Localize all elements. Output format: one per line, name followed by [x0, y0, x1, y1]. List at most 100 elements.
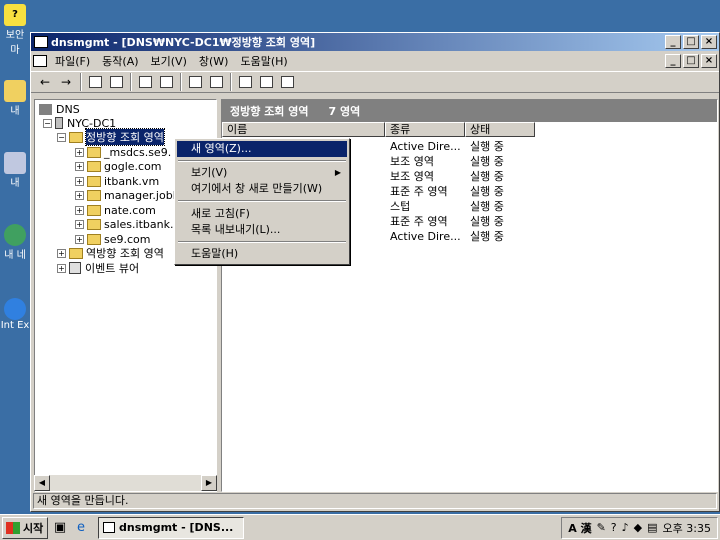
scroll-track[interactable]: [50, 475, 201, 491]
expand-icon[interactable]: +: [75, 234, 84, 244]
up-folder-icon[interactable]: [85, 73, 105, 91]
details-icon[interactable]: [206, 73, 226, 91]
ie-quicklaunch-icon[interactable]: e: [72, 519, 90, 537]
column-header-type[interactable]: 종류: [385, 122, 465, 137]
system-tray: A 漢 ✎ ? ♪ ◆ ▤ 오후 3:35: [561, 516, 718, 539]
back-arrow-icon[interactable]: ←: [35, 73, 55, 91]
table-row[interactable]: Active Dire... 실행 중: [390, 228, 504, 243]
globe-icon: [4, 224, 26, 246]
menu-item-refresh[interactable]: 새로 고침(F): [177, 206, 347, 222]
folder-icon: [69, 131, 83, 143]
expand-icon[interactable]: +: [57, 263, 66, 273]
toolbar-separator: [130, 73, 132, 91]
tree-node-zone[interactable]: + manager.jobl: [75, 188, 176, 202]
menu-help[interactable]: 도움말(H): [234, 53, 293, 69]
export-list-icon[interactable]: [156, 73, 176, 91]
menu-file[interactable]: 파일(F): [49, 53, 96, 69]
desktop-quicklaunch-icon[interactable]: ▣: [51, 519, 69, 537]
tree-node-dns[interactable]: DNS: [39, 102, 80, 116]
maximize-button[interactable]: □: [683, 35, 699, 49]
forward-arrow-icon[interactable]: →: [56, 73, 76, 91]
table-row[interactable]: 보조 영역 실행 중: [390, 153, 504, 168]
menu-item-help[interactable]: 도움말(H): [177, 246, 347, 262]
menu-bar: 파일(F) 동작(A) 보기(V) 창(W) 도움말(H) _ □ ×: [31, 51, 719, 71]
tree-node-server[interactable]: − NYC-DC1: [43, 116, 116, 130]
ime-tool-icon[interactable]: ✎: [597, 521, 606, 534]
app-icon: [34, 36, 48, 48]
title-bar[interactable]: dnsmgmt - [DNS₩NYC-DC1₩정방향 조회 영역] _ □ ×: [31, 33, 719, 51]
tree-node-zone[interactable]: + gogle.com: [75, 159, 162, 173]
help-icon[interactable]: [185, 73, 205, 91]
taskbar-item-dnsmgmt[interactable]: dnsmgmt - [DNS...: [98, 516, 244, 539]
collapse-icon[interactable]: −: [57, 132, 66, 142]
tree-node-event-viewer[interactable]: + 이벤트 뷰어: [57, 261, 139, 275]
mmc-window: dnsmgmt - [DNS₩NYC-DC1₩정방향 조회 영역] _ □ × …: [30, 32, 720, 512]
event-viewer-icon: [69, 262, 81, 274]
security-shield-icon[interactable]: ◆: [634, 521, 642, 534]
menu-window[interactable]: 창(W): [193, 53, 235, 69]
tree-node-zone[interactable]: + nate.com: [75, 203, 156, 217]
tree-node-zone[interactable]: + sales.itbank.: [75, 217, 173, 231]
table-row[interactable]: 보조 영역 실행 중: [390, 168, 504, 183]
mdi-restore-button[interactable]: □: [683, 54, 699, 68]
start-button[interactable]: 시작: [2, 516, 48, 539]
tree-horizontal-scrollbar[interactable]: ◀ ▶: [34, 475, 217, 491]
ime-indicator[interactable]: A 漢: [568, 520, 591, 536]
volume-icon[interactable]: ♪: [622, 521, 629, 534]
column-header-status[interactable]: 상태: [465, 122, 535, 137]
tree-node-zone[interactable]: + itbank.vm: [75, 174, 159, 188]
help-tray-icon[interactable]: ?: [611, 521, 617, 534]
mdi-close-button[interactable]: ×: [701, 54, 717, 68]
expand-icon[interactable]: +: [75, 190, 84, 200]
collapse-icon[interactable]: −: [43, 118, 52, 128]
windows-logo-icon: [6, 521, 20, 534]
desktop-icon-ie[interactable]: Int Ex: [0, 298, 30, 331]
tree-node-zone[interactable]: + _msdcs.se9.: [75, 145, 171, 159]
mdi-minimize-button[interactable]: _: [665, 54, 681, 68]
server-icon[interactable]: [235, 73, 255, 91]
menu-item-new-window[interactable]: 여기에서 창 새로 만들기(W): [177, 181, 347, 197]
menu-separator: [178, 200, 346, 202]
table-row[interactable]: 스텁 실행 중: [390, 198, 504, 213]
menu-item-new-zone[interactable]: 새 영역(Z)...: [177, 141, 347, 157]
zone-icon: [87, 146, 101, 158]
minimize-button[interactable]: _: [665, 35, 681, 49]
desktop-icon-documents[interactable]: 내: [0, 80, 30, 117]
computer-icon: [4, 152, 26, 174]
show-tree-icon[interactable]: [106, 73, 126, 91]
tree-node-forward-zones[interactable]: − 정방향 조회 영역: [57, 128, 165, 146]
menu-view[interactable]: 보기(V): [145, 53, 193, 69]
desktop-icon-security[interactable]: ? 보안 마: [0, 4, 30, 56]
scroll-right-icon[interactable]: ▶: [201, 475, 217, 491]
table-row[interactable]: 표준 주 영역 실행 중: [390, 183, 504, 198]
scroll-left-icon[interactable]: ◀: [34, 475, 50, 491]
menu-item-export-list[interactable]: 목록 내보내기(L)...: [177, 222, 347, 238]
zone-icon: [87, 175, 101, 187]
zone-icon[interactable]: [277, 73, 297, 91]
expand-icon[interactable]: +: [75, 205, 84, 215]
folder-icon: [69, 247, 83, 259]
table-row[interactable]: 표준 주 영역 실행 중: [390, 213, 504, 228]
list-icon[interactable]: [256, 73, 276, 91]
menu-item-view[interactable]: 보기(V) ▶: [177, 165, 347, 181]
close-button[interactable]: ×: [701, 35, 717, 49]
tree-node-reverse-zones[interactable]: + 역방향 조회 영역: [57, 246, 164, 260]
server-icon: [55, 117, 63, 129]
expand-icon[interactable]: +: [75, 147, 84, 157]
network-tray-icon[interactable]: ▤: [647, 521, 657, 534]
expand-icon[interactable]: +: [75, 161, 84, 171]
expand-icon[interactable]: +: [75, 219, 84, 229]
toolbar-separator: [80, 73, 82, 91]
column-header-name[interactable]: 이름: [222, 122, 385, 137]
menu-action[interactable]: 동작(A): [96, 53, 144, 69]
expand-icon[interactable]: +: [57, 248, 66, 258]
console-icon[interactable]: [33, 55, 47, 67]
desktop-icon-computer[interactable]: 내: [0, 152, 30, 189]
tree-node-zone[interactable]: + se9.com: [75, 232, 151, 246]
taskbar: 시작 ▣ e dnsmgmt - [DNS... A 漢 ✎ ? ♪ ◆ ▤ 오…: [0, 514, 720, 540]
properties-icon[interactable]: [135, 73, 155, 91]
expand-icon[interactable]: +: [75, 176, 84, 186]
desktop-icon-network[interactable]: 내 네: [0, 224, 30, 261]
table-row[interactable]: Active Dire... 실행 중: [390, 138, 504, 153]
status-bar: 새 영역을 만듭니다.: [33, 493, 717, 509]
